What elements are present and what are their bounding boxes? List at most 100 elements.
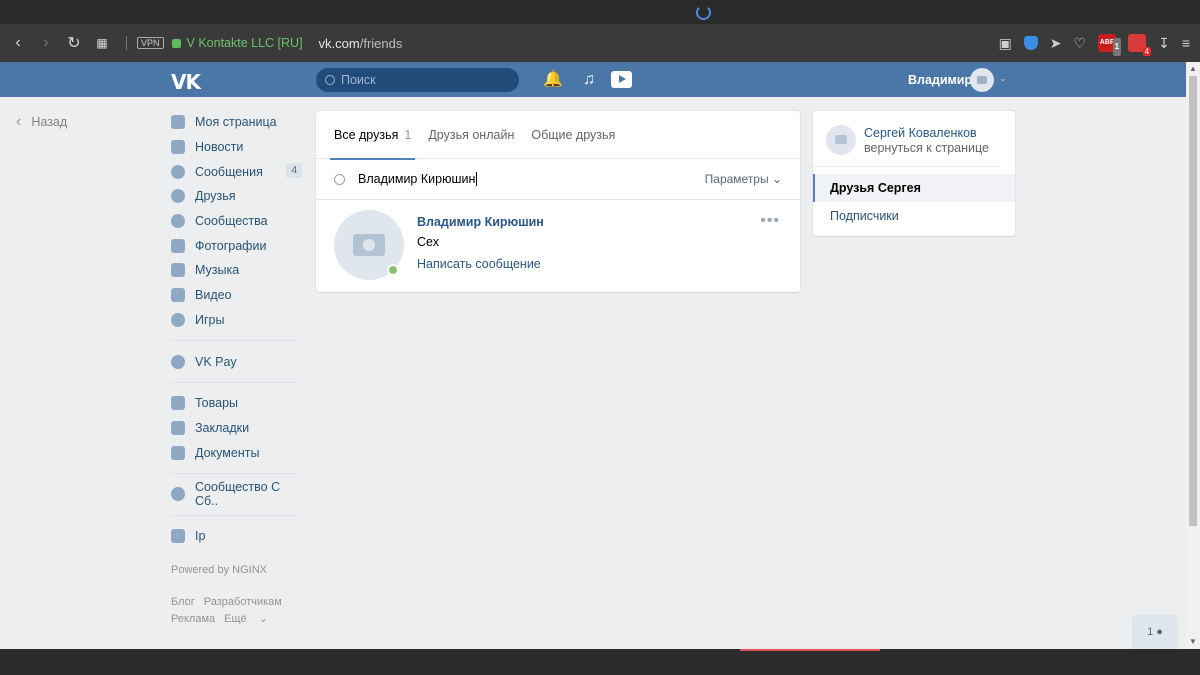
footer-link-more[interactable]: Ещё ⌄	[224, 613, 268, 625]
user-name[interactable]: Владимир	[908, 73, 972, 87]
scroll-up-icon[interactable]: ▲	[1186, 62, 1200, 76]
chat-widget[interactable]: 1 ●	[1132, 615, 1178, 649]
sidebar-divider	[171, 381, 297, 383]
sidebar-item-community[interactable]: Сообщество С Сб..	[171, 480, 301, 509]
friends-card: Все друзья 1 Друзья онлайн Общие друзья В…	[316, 111, 800, 292]
avatar[interactable]	[970, 68, 994, 92]
friends-search-input[interactable]: Владимир Кирюшин	[358, 172, 475, 186]
browser-bottombar	[0, 649, 1200, 675]
sidebar-item-video[interactable]: Видео	[171, 283, 301, 308]
back-link[interactable]: ‹ Назад	[16, 113, 67, 131]
home-icon	[171, 115, 185, 130]
ruble-icon	[171, 354, 185, 369]
right-menu-item-followers[interactable]: Подписчики	[813, 202, 1015, 230]
footer-link-developers[interactable]: Разработчикам	[204, 596, 282, 608]
list-item: Владимир Кирюшин Сех Написать сообщение …	[316, 200, 800, 291]
return-to-page-link[interactable]: вернуться к странице	[864, 141, 989, 155]
loading-spinner-icon	[696, 5, 711, 20]
sidebar-item-ip[interactable]: Ip	[171, 524, 301, 549]
sidebar-item-label: Видео	[195, 288, 232, 303]
tabs-grid-icon[interactable]: ▦	[88, 36, 116, 50]
sidebar-item-label: Фотографии	[195, 238, 267, 253]
header-search-input[interactable]	[341, 73, 501, 87]
sidebar-item-my-page[interactable]: Моя страница	[171, 110, 301, 135]
header-search[interactable]	[316, 68, 519, 92]
sidebar-item-music[interactable]: Музыка	[171, 258, 301, 283]
sidebar-item-documents[interactable]: Документы	[171, 440, 301, 465]
sidebar-item-label: Товары	[195, 396, 238, 411]
footer-link-blog[interactable]: Блог	[171, 596, 195, 608]
left-sidebar: Моя страница Новости Сообщения 4 Друзья С…	[171, 110, 302, 628]
bell-icon[interactable]: 🔔	[543, 72, 563, 88]
right-panel-name[interactable]: Сергей Коваленков	[864, 126, 977, 140]
back-icon[interactable]: ‹	[4, 34, 32, 52]
video-icon[interactable]	[611, 71, 632, 88]
tab-label: Общие друзья	[531, 128, 616, 142]
tab-all-friends[interactable]: Все друзья 1	[329, 111, 416, 160]
star-icon	[171, 420, 185, 435]
sidebar-item-friends[interactable]: Друзья	[171, 184, 301, 209]
browser-titlebar	[0, 0, 1200, 24]
scrollbar[interactable]: ▲ ▼	[1186, 62, 1200, 649]
sidebar-item-vkpay[interactable]: VK Pay	[171, 349, 301, 374]
sidebar-item-games[interactable]: Игры	[171, 308, 301, 333]
sidebar-item-bookmarks[interactable]: Закладки	[171, 416, 301, 441]
scrollbar-thumb[interactable]	[1189, 76, 1197, 526]
sidebar-item-label: Сообщества	[195, 214, 268, 229]
right-panel-header[interactable]: Сергей Коваленков вернуться к странице	[813, 111, 1000, 167]
sidebar-item-label: Музыка	[195, 263, 240, 278]
footer-link-more-label: Ещё	[224, 613, 247, 626]
tab-mutual-friends[interactable]: Общие друзья	[531, 111, 615, 159]
friends-search[interactable]: Владимир Кирюшин Параметры ⌄	[316, 159, 800, 200]
sidebar-item-news[interactable]: Новости	[171, 135, 301, 160]
reload-icon[interactable]: ↻	[60, 33, 88, 53]
users-icon	[171, 214, 185, 229]
download-icon[interactable]: ↧	[1158, 35, 1170, 52]
adblock-extension-icon[interactable]: ABP 1	[1098, 34, 1122, 56]
menu-icon[interactable]: ≡	[1182, 35, 1190, 51]
vk-logo[interactable]: VK	[171, 70, 201, 94]
url-host: vk.com	[318, 35, 360, 51]
write-message-link[interactable]: Написать сообщение	[417, 257, 541, 271]
extension-icon[interactable]: 4	[1128, 34, 1152, 56]
news-icon	[171, 140, 185, 155]
url-field[interactable]: vk.com/friends	[319, 36, 403, 51]
sidebar-footer: Powered by NGINX Блог Разработчикам Рекла…	[171, 562, 301, 628]
browser-toolbar-right: ▣ ➤ ♡ ABP 1 4 ↧ ≡	[999, 24, 1190, 62]
lock-icon	[171, 38, 181, 48]
music-icon[interactable]: ♫	[583, 72, 595, 88]
sidebar-item-label: Сообщество С Сб..	[195, 480, 281, 509]
sidebar-item-photos[interactable]: Фотографии	[171, 233, 301, 258]
vpn-badge[interactable]: VPN	[137, 37, 164, 49]
right-menu-item-friends[interactable]: Друзья Сергея	[813, 174, 1015, 202]
scroll-down-icon[interactable]: ▼	[1186, 635, 1200, 649]
friends-tabs: Все друзья 1 Друзья онлайн Общие друзья	[316, 111, 800, 160]
more-actions-icon[interactable]: •••	[760, 212, 780, 230]
parameters-dropdown[interactable]: Параметры ⌄	[705, 172, 782, 186]
bag-icon	[171, 396, 185, 411]
toolbar-separator	[126, 36, 127, 50]
shield-icon[interactable]	[1023, 36, 1038, 50]
chevron-down-icon[interactable]: ⌄	[999, 73, 1007, 84]
user-icon	[171, 189, 185, 204]
gamepad-icon	[171, 312, 185, 327]
avatar[interactable]	[826, 125, 856, 155]
tab-friends-online[interactable]: Друзья онлайн	[428, 111, 514, 159]
heart-icon[interactable]: ♡	[1074, 35, 1087, 52]
sidebar-item-messages[interactable]: Сообщения 4	[171, 159, 302, 184]
sidebar-item-communities[interactable]: Сообщества	[171, 209, 301, 234]
friend-city: Сех	[417, 235, 439, 249]
forward-icon[interactable]: ›	[32, 34, 60, 52]
send-icon[interactable]: ➤	[1050, 35, 1062, 52]
sidebar-item-label: Моя страница	[195, 115, 277, 130]
certificate-label[interactable]: V Kontakte LLC [RU]	[187, 36, 303, 50]
browser-addressbar: ‹ › ↻ ▦ VPN V Kontakte LLC [RU] vk.com/f…	[0, 24, 1200, 62]
music-note-icon	[171, 263, 185, 278]
footer-link-ads[interactable]: Реклама	[171, 613, 215, 625]
back-label: Назад	[31, 115, 68, 129]
user-icon: ●	[1156, 626, 1163, 638]
right-panel: Сергей Коваленков вернуться к странице Д…	[813, 111, 1015, 236]
sidebar-item-goods[interactable]: Товары	[171, 391, 301, 416]
friend-name[interactable]: Владимир Кирюшин	[417, 215, 544, 229]
camera-icon[interactable]: ▣	[999, 35, 1012, 52]
